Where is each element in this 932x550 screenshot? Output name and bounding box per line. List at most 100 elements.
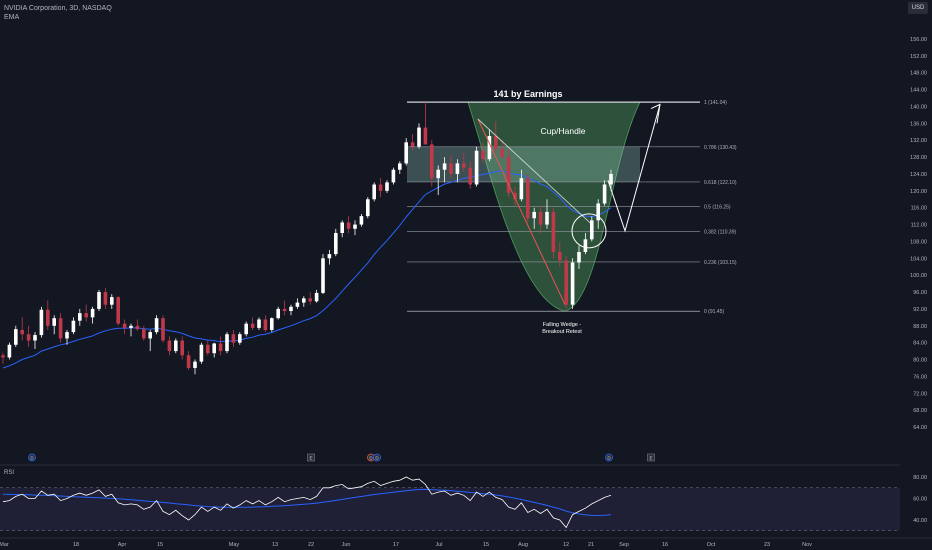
candle — [97, 289, 101, 312]
candle-body — [359, 216, 364, 225]
candle-body — [468, 167, 472, 185]
candle-body — [609, 173, 613, 185]
candle — [474, 146, 479, 187]
price-chart[interactable]: 156.00 152.00 148.00 144.00 140.00 136.00 132.… — [0, 0, 932, 550]
fib-label: 0.618 (122.10) — [704, 180, 737, 186]
time-axis-tick: 13 — [272, 542, 278, 548]
candle-body — [462, 163, 466, 168]
candle-body — [404, 142, 408, 164]
fib-label: 0.786 (130.43) — [704, 145, 737, 151]
candle-body — [564, 260, 568, 305]
candle-body — [84, 313, 88, 318]
fib-label: 0.236 (103.15) — [704, 260, 737, 266]
candle-body — [570, 262, 575, 305]
event-marker-label: E — [309, 456, 312, 461]
price-axis-tick: 136.00 — [910, 121, 927, 127]
candle-body — [135, 325, 140, 330]
currency-badge[interactable]: USD — [908, 2, 928, 14]
candle-body — [122, 323, 127, 328]
candle-body — [1, 355, 5, 358]
price-axis-tick: 144.00 — [910, 88, 927, 94]
candle-body — [231, 334, 236, 343]
candle-body — [206, 344, 210, 354]
candle-body — [186, 355, 191, 368]
candle — [551, 207, 556, 259]
candle-body — [545, 211, 549, 225]
candle-body — [20, 330, 24, 335]
candle-body — [321, 258, 325, 293]
event-marker-E: E — [647, 453, 655, 462]
price-axis-tick: 156.00 — [910, 37, 927, 43]
time-axis-tick: 21 — [588, 542, 594, 548]
time-axis-tick: Nov — [802, 542, 812, 548]
candle-body — [494, 136, 498, 149]
candle-body — [346, 222, 351, 229]
candle-body — [442, 163, 447, 170]
candle-body — [225, 334, 229, 352]
candle-body — [129, 325, 133, 328]
candle-body — [449, 163, 453, 174]
candle-body — [250, 323, 255, 328]
pattern-label: Cup/Handle — [541, 126, 586, 136]
price-axis-tick: 128.00 — [910, 155, 927, 161]
wedge-label-2: Breakout Retest — [542, 329, 582, 335]
price-axis-tick: 124.00 — [910, 172, 927, 178]
price-axis-tick: 104.00 — [910, 256, 927, 262]
candle-body — [154, 318, 159, 333]
fib-label: 0 (91.45) — [704, 309, 724, 315]
candle — [366, 197, 370, 219]
candle-body — [385, 182, 389, 191]
time-axis-tick: Mar — [0, 542, 9, 548]
time-axis-tick: 17 — [393, 542, 399, 548]
candle — [564, 256, 568, 309]
rsi-axis-tick: 80.00 — [913, 475, 927, 481]
event-marker-label: E — [649, 456, 652, 461]
price-axis-tick: 108.00 — [910, 239, 927, 245]
candle — [161, 315, 165, 343]
candle-body — [142, 329, 146, 339]
candle-body — [378, 184, 383, 191]
price-axis-tick: 132.00 — [910, 138, 927, 144]
fib-label: 0.382 (110.39) — [704, 229, 736, 235]
indicator-label: EMA — [4, 14, 20, 21]
candle-body — [33, 335, 37, 341]
candle-body — [97, 292, 101, 309]
candle — [7, 342, 12, 360]
candle-body — [391, 169, 396, 183]
candle-body — [410, 142, 415, 147]
candle-body — [583, 239, 588, 252]
candle-body — [602, 184, 607, 204]
candle-body — [26, 334, 31, 341]
candle-body — [577, 251, 581, 263]
fib-zone — [407, 146, 640, 182]
candle-body — [174, 340, 178, 352]
time-axis-tick: 16 — [662, 542, 668, 548]
time-axis-tick: May — [229, 542, 240, 548]
candle-body — [327, 254, 332, 259]
candle-body — [532, 211, 536, 219]
candle-body — [302, 298, 306, 303]
candle-body — [103, 292, 108, 305]
candle-body — [474, 150, 479, 185]
candle-body — [353, 224, 357, 229]
candle-body — [218, 343, 223, 352]
fib-label: 0.5 (116.25) — [704, 205, 731, 211]
candle-body — [193, 361, 197, 368]
candle-body — [417, 127, 421, 147]
price-pane — [0, 0, 900, 460]
time-axis-tick: Jul — [435, 542, 442, 548]
rsi-label: RSI — [4, 470, 14, 476]
candle-body — [161, 318, 165, 341]
wedge-label-1: Falling Wedge - — [543, 322, 582, 328]
event-marker-D: D — [605, 453, 613, 462]
candle-body — [282, 308, 287, 312]
time-axis-tick: 12 — [563, 542, 569, 548]
price-axis-tick: 84.00 — [913, 341, 927, 347]
rsi-axis-tick: 60.00 — [913, 497, 927, 503]
candle-body — [270, 318, 274, 330]
price-axis-tick: 80.00 — [913, 358, 927, 364]
candle-body — [558, 251, 562, 261]
candle-body — [52, 318, 56, 326]
candle — [244, 321, 248, 337]
candle — [570, 258, 575, 309]
